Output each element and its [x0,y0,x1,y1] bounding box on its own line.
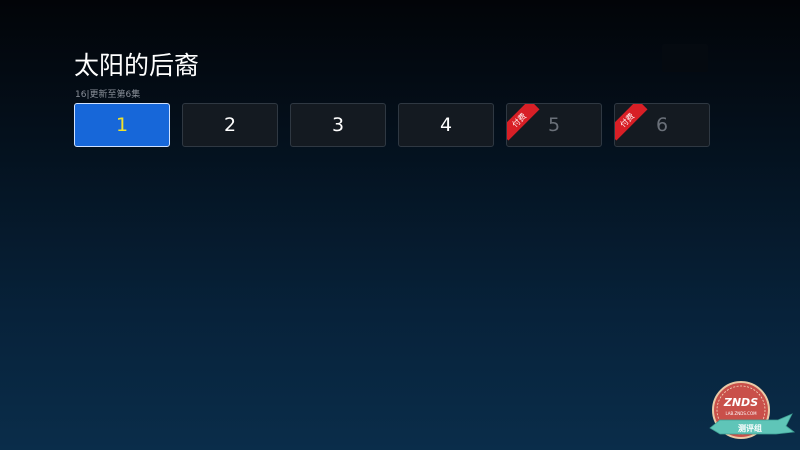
watermark-tagline: 测评组 [738,423,762,433]
show-title: 太阳的后裔 [74,51,200,80]
episode-number: 2 [223,114,237,136]
episode-button-6[interactable]: 付费 6 [614,103,710,147]
episode-button-3[interactable]: 3 [290,103,386,147]
watermark-url: LAB.ZNDS.COM [725,411,757,416]
episode-button-5[interactable]: 付费 5 [506,103,602,147]
episode-number: 4 [439,114,453,136]
episode-count-subtitle: 16|更新至第6集 [75,90,141,100]
episode-number: 6 [655,114,669,136]
episode-button-4[interactable]: 4 [398,103,494,147]
watermark-brand: ZNDS [723,396,758,409]
episode-number: 1 [115,114,129,136]
episode-button-2[interactable]: 2 [182,103,278,147]
paid-badge: 付费 [507,104,540,141]
paid-badge: 付费 [615,104,648,141]
znds-watermark-logo: ZNDS LAB.ZNDS.COM 测评组 [709,381,796,439]
episode-number: 5 [547,114,561,136]
episode-list: 1 2 3 4 付费 5 付费 6 [74,103,710,147]
episode-button-1[interactable]: 1 [74,103,170,147]
episode-number: 3 [331,114,345,136]
top-right-placeholder [662,44,708,72]
